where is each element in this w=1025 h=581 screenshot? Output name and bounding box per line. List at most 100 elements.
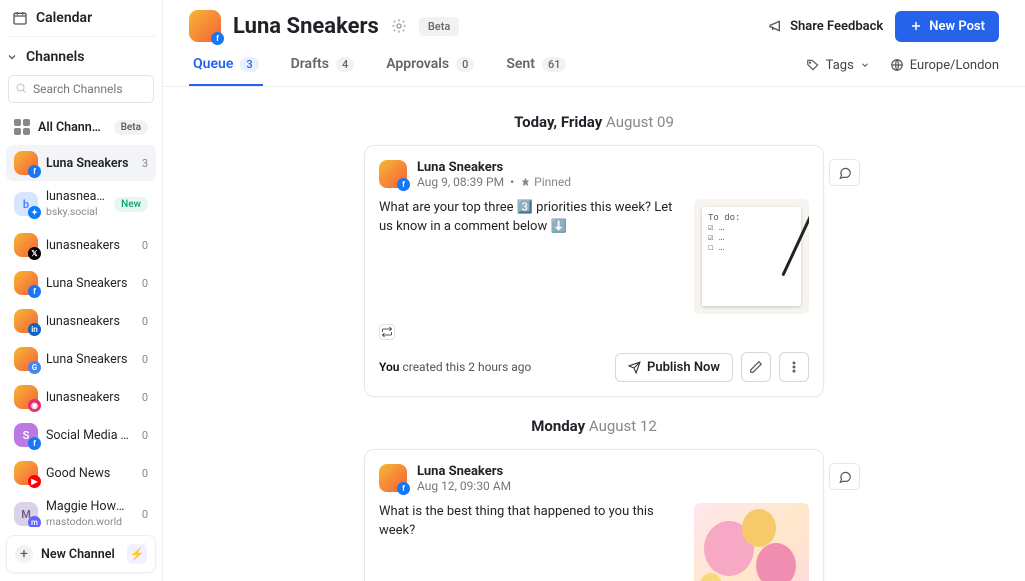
tab-queue[interactable]: Queue 3 <box>189 56 263 86</box>
channel-item[interactable]: Sf Social Media Tests 0 <box>6 417 156 453</box>
x-network-icon: 𝕏 <box>28 247 41 260</box>
facebook-network-icon: f <box>397 178 410 191</box>
channel-count: 0 <box>138 467 148 480</box>
channel-item[interactable]: 𝕏 lunasneakers 0 <box>6 227 156 263</box>
mastodon-network-icon: m <box>28 516 41 527</box>
share-feedback-label: Share Feedback <box>790 19 883 34</box>
channel-item[interactable]: G Luna Sneakers 0 <box>6 341 156 377</box>
channel-label: lunasneakers <box>46 390 130 405</box>
tab-sent[interactable]: Sent 61 <box>502 56 570 86</box>
channel-item[interactable]: ◉ lunasneakers 0 <box>6 379 156 415</box>
plus-icon <box>909 19 923 33</box>
tab-count: 0 <box>456 57 474 72</box>
all-channels-row[interactable]: All Channels Beta <box>6 113 156 141</box>
channel-label: lunasneakers <box>46 314 130 329</box>
new-channel-button[interactable]: + New Channel ⚡ <box>6 535 156 573</box>
timezone-selector[interactable]: Europe/London <box>890 58 999 73</box>
share-feedback-button[interactable]: Share Feedback <box>768 18 883 34</box>
beta-badge: Beta <box>419 17 459 36</box>
chevron-down-icon <box>860 60 870 70</box>
channel-sub: mastodon.world <box>46 515 122 527</box>
tab-label: Queue <box>193 56 233 72</box>
globe-icon <box>890 58 904 72</box>
channel-count: 0 <box>138 429 148 442</box>
post-avatar: f <box>379 160 407 188</box>
tag-icon <box>806 58 820 72</box>
google-network-icon: G <box>28 361 41 374</box>
comment-button[interactable] <box>829 463 860 490</box>
tab-count: 61 <box>542 57 567 72</box>
facebook-network-icon: f <box>28 165 41 178</box>
chevron-down-icon <box>6 51 18 63</box>
pencil-icon <box>749 360 763 374</box>
comment-icon <box>838 470 852 484</box>
bluesky-network-icon: ✦ <box>28 206 41 219</box>
channel-label: lunasneakers <box>46 238 130 253</box>
facebook-network-icon: f <box>28 285 41 298</box>
facebook-network-icon: f <box>397 482 410 495</box>
comment-button[interactable] <box>829 159 860 186</box>
page-title: Luna Sneakers <box>233 14 379 39</box>
gear-icon[interactable] <box>391 18 407 34</box>
more-button[interactable] <box>779 352 809 382</box>
channel-item[interactable]: ▶ Good News 0 <box>6 455 156 491</box>
reshare-toggle[interactable] <box>379 324 395 340</box>
post-card[interactable]: f Luna Sneakers Aug 9, 08:39 PM • Pinned <box>364 145 824 397</box>
tab-label: Drafts <box>291 56 329 72</box>
bolt-icon: ⚡ <box>127 544 147 564</box>
post-image[interactable] <box>694 199 809 314</box>
post-author: Luna Sneakers <box>417 464 511 479</box>
publish-label: Publish Now <box>647 360 720 375</box>
day-strong: Today, Friday <box>514 113 602 131</box>
tab-drafts[interactable]: Drafts 4 <box>287 56 359 86</box>
channel-label: lunasneakersbs… <box>46 189 106 204</box>
channel-item[interactable]: Mm Maggie Howard mastodon.world 0 <box>6 493 156 527</box>
channel-label: Luna Sneakers <box>46 156 130 171</box>
instagram-network-icon: ◉ <box>28 399 41 412</box>
channel-count: 0 <box>138 353 148 366</box>
channel-item[interactable]: b✦ lunasneakersbs… bsky.social New <box>6 183 156 225</box>
channel-count: 0 <box>138 315 148 328</box>
tags-dropdown[interactable]: Tags <box>806 58 870 73</box>
tab-label: Sent <box>506 56 535 72</box>
tab-label: Approvals <box>386 56 449 72</box>
megaphone-icon <box>768 18 784 34</box>
feed-scroll[interactable]: Today, Friday August 09 f Luna Sneakers … <box>163 87 1025 581</box>
channel-item[interactable]: f Luna Sneakers 3 <box>6 145 156 181</box>
facebook-network-icon: f <box>211 32 224 45</box>
post-image[interactable] <box>694 503 809 581</box>
beta-badge: Beta <box>114 120 148 135</box>
channel-label: Luna Sneakers <box>46 276 130 291</box>
calendar-nav[interactable]: Calendar <box>6 0 156 37</box>
channels-list[interactable]: f Luna Sneakers 3 b✦ lunasneakersbs… bsk… <box>0 143 162 527</box>
post-card[interactable]: f Luna Sneakers Aug 12, 09:30 AM What is… <box>364 449 824 581</box>
send-icon <box>628 361 641 374</box>
channel-count: 0 <box>138 277 148 290</box>
sidebar: Calendar Channels All Channels Beta f Lu… <box>0 0 163 581</box>
post-text: What are your top three 3️⃣ priorities t… <box>379 199 680 314</box>
pinned-label: Pinned <box>534 175 571 189</box>
search-icon <box>15 82 27 94</box>
post-avatar: f <box>379 464 407 492</box>
channels-header[interactable]: Channels <box>0 37 162 75</box>
day-rest: August 09 <box>606 113 674 131</box>
all-channels-label: All Channels <box>38 120 106 135</box>
publish-now-button[interactable]: Publish Now <box>615 353 733 382</box>
more-vertical-icon <box>787 360 801 374</box>
channel-item[interactable]: in lunasneakers 0 <box>6 303 156 339</box>
post-author: Luna Sneakers <box>417 160 571 175</box>
search-channels-input[interactable] <box>8 75 154 103</box>
search-channels-wrap <box>8 75 154 103</box>
channel-count: 3 <box>138 157 148 170</box>
new-badge: New <box>114 197 148 212</box>
day-strong: Monday <box>531 417 585 435</box>
post-time: Aug 12, 09:30 AM <box>417 479 511 493</box>
timezone-label: Europe/London <box>910 58 999 73</box>
main-header: f Luna Sneakers Beta Share Feedback New … <box>163 0 1025 42</box>
channel-item[interactable]: f Luna Sneakers 0 <box>6 265 156 301</box>
edit-button[interactable] <box>741 352 771 382</box>
channel-label: Good News <box>46 466 130 481</box>
day-header: Monday August 12 <box>163 417 1025 435</box>
tab-approvals[interactable]: Approvals 0 <box>382 56 478 86</box>
new-post-button[interactable]: New Post <box>895 11 999 42</box>
